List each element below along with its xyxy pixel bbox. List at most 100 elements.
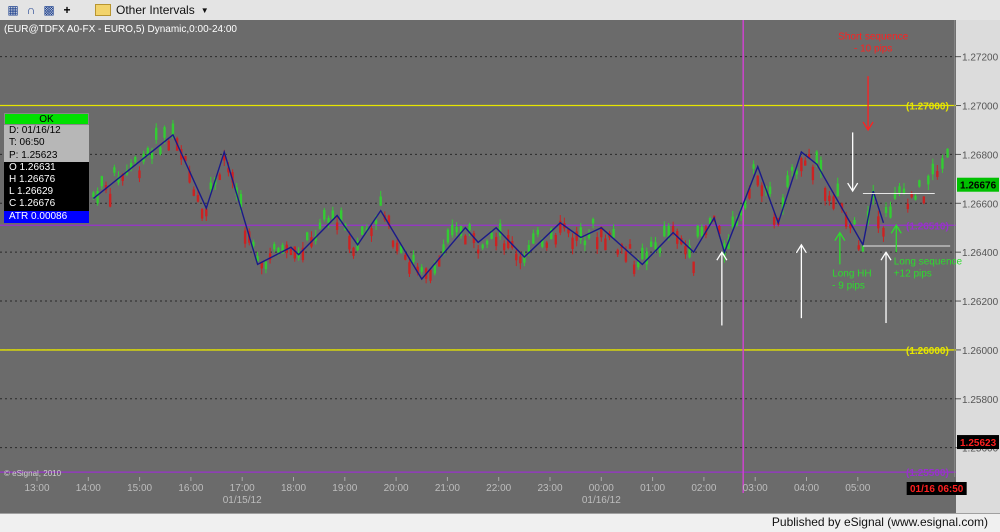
candle-body-199: [936, 171, 939, 177]
date-label-1: 01/16/12: [582, 495, 621, 506]
long-sequence-text-0: Long sequence: [894, 256, 963, 267]
candle-body-5: [113, 167, 116, 173]
candle-body-94: [490, 232, 493, 239]
level-label-2: (1.26510): [906, 221, 949, 232]
x-tick-label-16: 05:00: [845, 483, 870, 494]
candle-body-88: [464, 235, 467, 245]
magnet-icon[interactable]: ∩: [24, 3, 38, 17]
candle-body-25: [196, 195, 200, 202]
candle-body-180: [853, 219, 856, 225]
candle-body-15: [155, 127, 158, 140]
candle-body-72: [395, 242, 399, 252]
candle-body-105: [536, 229, 540, 235]
candle-body-161: [772, 216, 776, 225]
other-intervals-dropdown[interactable]: Other Intervals ▼: [95, 2, 209, 18]
data-window-price: P: 1.25623: [4, 149, 89, 162]
candle-body-144: [700, 227, 704, 237]
candle-body-192: [906, 203, 910, 210]
candle-body-171: [815, 151, 818, 164]
candle-body-197: [927, 175, 930, 185]
candle-body-44: [277, 247, 280, 253]
candle-body-164: [786, 175, 789, 187]
short-sequence-text-0: Short sequence: [838, 32, 908, 43]
candle-body-74: [404, 255, 407, 260]
candle-body-14: [150, 152, 154, 159]
last-price-label: 1.26676: [960, 181, 997, 192]
candle-body-190: [898, 186, 901, 194]
candle-body-54: [318, 222, 322, 229]
candle-body-121: [604, 238, 607, 251]
y-tick-label-7: 1.25800: [962, 395, 999, 406]
data-window-time: T: 06:50: [4, 137, 89, 150]
x-tick-label-0: 13:00: [24, 483, 49, 494]
candle-body-165: [790, 166, 794, 171]
candle-body-11: [138, 170, 141, 179]
candle-body-26: [200, 208, 204, 219]
x-tick-label-8: 21:00: [435, 483, 460, 494]
candle-body-114: [575, 231, 578, 241]
candle-body-4: [108, 193, 112, 207]
candle-body-96: [498, 223, 502, 236]
data-window-ok[interactable]: OK: [4, 113, 89, 126]
level-label-0: (1.27000): [906, 102, 949, 113]
candle-body-75: [408, 262, 411, 274]
candle-body-18: [167, 140, 170, 151]
x-tick-label-4: 17:00: [230, 483, 255, 494]
data-window-date: D: 01/16/12: [4, 125, 89, 138]
candle-body-78: [420, 267, 423, 272]
y-tick-label-1: 1.27000: [962, 102, 999, 113]
candle-body-168: [804, 160, 807, 166]
candle-body-181: [857, 245, 860, 250]
y-tick-label-3: 1.26600: [962, 199, 999, 210]
data-window-close: C 1.26676: [4, 198, 89, 211]
folder-icon: [95, 4, 111, 16]
candle-body-103: [527, 245, 531, 252]
candle-body-131: [645, 251, 648, 265]
candle-body-61: [348, 236, 351, 250]
x-tick-label-3: 16:00: [178, 483, 203, 494]
candle-body-186: [882, 227, 885, 237]
candle-body-196: [922, 196, 926, 204]
candle-body-173: [823, 188, 827, 201]
level-label-3: (1.25500): [906, 468, 949, 479]
data-window-atr: ATR 0.00086: [4, 210, 89, 223]
short-sequence-text-1: - 10 pips: [854, 44, 892, 55]
watermark: © eSignal, 2010: [4, 469, 62, 478]
x-tick-label-6: 19:00: [332, 483, 357, 494]
candle-body-0: [92, 192, 95, 198]
crosshair-icon[interactable]: +: [60, 3, 74, 17]
candle-body-166: [795, 170, 798, 175]
candle-body-97: [502, 243, 506, 251]
candle-body-195: [918, 180, 921, 187]
candle-body-80: [429, 269, 432, 281]
chart-title: (EUR@TDFX A0-FX - EURO,5) Dynamic,0:00-2…: [4, 24, 237, 35]
chart-icon[interactable]: ▦: [6, 3, 20, 17]
candle-body-2: [100, 176, 103, 187]
candle-body-64: [361, 226, 364, 235]
candle-body-124: [616, 249, 619, 255]
grid-icon[interactable]: ▩: [42, 3, 56, 17]
footer-bar: Published by eSignal (www.esignal.com): [0, 513, 1000, 532]
data-window: OK D: 01/16/12 T: 06:50 P: 1.25623 O 1.2…: [4, 113, 89, 223]
candle-body-57: [331, 210, 335, 220]
candle-body-89: [468, 224, 471, 231]
chart-background: [0, 20, 1000, 513]
candle-body-66: [370, 228, 373, 237]
x-tick-label-1: 14:00: [76, 483, 101, 494]
candle-body-113: [571, 237, 574, 249]
y-tick-label-4: 1.26400: [962, 248, 999, 259]
candle-body-92: [481, 244, 484, 249]
level-label-1: (1.26000): [906, 346, 949, 357]
candle-body-100: [515, 253, 518, 261]
x-tick-label-7: 20:00: [384, 483, 409, 494]
price-chart[interactable]: (1.27000) (1.26000) (1.26510) (1.25500) Sho…: [0, 20, 1000, 513]
candle-body-129: [637, 261, 640, 268]
y-tick-label-0: 1.27200: [962, 53, 999, 64]
x-tick-label-12: 01:00: [640, 483, 665, 494]
candle-body-130: [641, 247, 644, 260]
candle-body-160: [768, 186, 772, 195]
candle-body-86: [455, 226, 458, 233]
x-tick-label-15: 04:00: [794, 483, 819, 494]
candle-body-123: [612, 228, 615, 238]
candle-body-91: [476, 249, 480, 254]
